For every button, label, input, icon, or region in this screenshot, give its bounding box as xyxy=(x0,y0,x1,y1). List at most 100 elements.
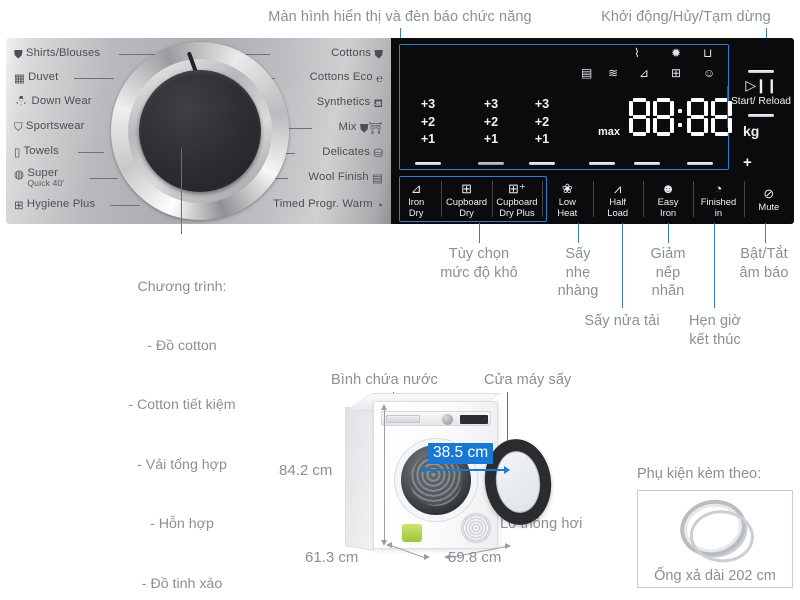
dial-program-mix[interactable]: Mix ⛊⛩ xyxy=(339,121,383,136)
list-item: - Cotton tiết kiệm xyxy=(128,397,236,414)
button-low-heat[interactable]: ❀ Low Heat xyxy=(542,174,592,224)
level-plus1: +1 xyxy=(420,132,436,146)
lint-filter-icon: ▤ xyxy=(581,66,593,80)
level-plus1: +1 xyxy=(483,132,499,146)
drum-opening-arrow-right xyxy=(504,466,510,474)
cupboard-icon: ⊞ xyxy=(461,180,473,196)
water-tank-drawer xyxy=(386,415,420,423)
dial-program-wool-finish[interactable]: Wool Finish ▤ xyxy=(308,171,383,185)
button-iron-dry[interactable]: ⊿ Iron Dry xyxy=(391,174,441,224)
dial-program-hygiene-plus[interactable]: ⊞ Hygiene Plus xyxy=(14,198,95,212)
mute-icon: ⊘ xyxy=(763,186,775,202)
drum-opening-arrow-line xyxy=(426,469,504,471)
iron-icon: ⊿ xyxy=(410,180,422,196)
duvet-icon: ▦ xyxy=(14,73,25,85)
dial-program-shirts-blouses[interactable]: ⛊ Shirts/Blouses xyxy=(14,47,100,62)
indicator-dash-cupboard-dry xyxy=(478,162,504,166)
cottons-eco-icon: ℮ xyxy=(376,73,383,85)
button-label: Half Load xyxy=(607,195,629,218)
digit-3 xyxy=(687,98,708,136)
half-load-icon: ⩘ xyxy=(614,180,622,196)
dryer-dial-mini xyxy=(442,414,453,425)
button-cupboard-dry[interactable]: ⊞ Cupboard Dry xyxy=(441,174,491,224)
indicator-dash-easy-iron xyxy=(687,162,713,166)
dryness-level-column-2[interactable]: +3 +2 +1 xyxy=(468,96,514,149)
dryer-display-mini xyxy=(460,415,488,424)
dial-program-super-quick[interactable]: ◍ Super Quick 40' xyxy=(14,167,64,188)
height-dimension-line xyxy=(384,410,385,540)
dial-label: Synthetics xyxy=(316,96,371,108)
annotation-dryness-options: Tùy chọn mức độ khô xyxy=(440,246,518,281)
drum-opening-arrow-left xyxy=(420,466,426,474)
accessories-box: Ống xả dài 202 cm xyxy=(637,490,793,588)
dial-program-delicates[interactable]: Delicates ⛁ xyxy=(322,146,383,160)
accessories-caption: Ống xả dài 202 cm xyxy=(654,568,776,584)
button-label: Cupboard Dry xyxy=(445,195,488,218)
level-plus3: +3 xyxy=(534,97,550,111)
depth-dimension-label: 61.3 cm xyxy=(305,549,359,566)
dryer-control-strip xyxy=(381,411,491,426)
dial-label: Delicates xyxy=(322,146,371,158)
dial-program-sportswear[interactable]: ⛉ Sportswear xyxy=(14,120,85,135)
dial-program-towels[interactable]: ▯ Towels xyxy=(14,145,59,159)
leader-line-finished-in xyxy=(714,223,715,308)
display-panel: +3 +2 +1 +3 +2 +1 +3 +2 +1 ⌇ ✹ ⊔ ▤ ≋ ⊿ ⊞… xyxy=(391,38,794,224)
dial-label: Mix xyxy=(338,121,357,133)
list-item: - Vải tổng hợp xyxy=(137,456,227,473)
control-panel: ⛊ Shirts/Blouses ▦ Duvet ⛄ Down Wear ⛉ S… xyxy=(6,38,794,224)
down-wear-icon: ⛄ xyxy=(14,97,29,109)
annotation-display-panel: Màn hình hiển thị và đèn báo chức năng xyxy=(268,9,532,25)
easy-iron-icon: ☻ xyxy=(661,180,675,196)
width-dimension-label: 59.8 cm xyxy=(448,549,502,566)
start-reload-button[interactable]: ▷❙❙ Start/ Reload xyxy=(730,38,792,174)
button-cupboard-dry-plus[interactable]: ⊞⁺ Cupboard Dry Plus xyxy=(491,174,542,224)
button-half-load[interactable]: ⩘ Half Load xyxy=(592,174,643,224)
level-plus2: +2 xyxy=(420,114,436,129)
program-dial-panel: ⛊ Shirts/Blouses ▦ Duvet ⛄ Down Wear ⛉ S… xyxy=(6,38,391,224)
vent-hole xyxy=(461,513,491,543)
heat-icon: ≋ xyxy=(608,66,619,80)
dial-label: Wool Finish xyxy=(308,171,369,183)
dial-lead-line xyxy=(74,78,114,79)
level-plus2: +2 xyxy=(534,114,550,129)
clock-icon: ◔ xyxy=(376,200,383,212)
iron-icon: ⊿ xyxy=(639,66,650,80)
button-label: Easy Iron xyxy=(657,195,679,218)
dial-program-synthetics[interactable]: Synthetics ⛾ xyxy=(317,96,383,112)
dryness-level-column-3[interactable]: +3 +2 +1 xyxy=(519,96,565,149)
digit-4 xyxy=(711,98,732,136)
indicator-dash-cupboard-dry-plus xyxy=(529,162,555,166)
annotation-dryer-door: Cửa máy sấy xyxy=(484,372,572,388)
time-display xyxy=(629,98,732,136)
leader-line-half-load xyxy=(622,223,623,308)
height-arrow-top xyxy=(381,404,387,410)
function-button-row: ⊿ Iron Dry ⊞ Cupboard Dry ⊞⁺ Cupboard Dr… xyxy=(391,174,794,224)
annotation-start-cancel-pause: Khởi động/Hủy/Tạm dừng xyxy=(601,9,771,25)
dial-program-duvet[interactable]: ▦ Duvet xyxy=(14,71,58,85)
annotation-easy-iron: Giảm nếp nhăn xyxy=(650,246,686,300)
annotation-water-tank: Bình chứa nước xyxy=(331,372,438,388)
button-label: Low Heat xyxy=(557,195,578,218)
program-selector-dial[interactable] xyxy=(111,42,289,220)
button-label: Mute xyxy=(758,201,780,213)
dial-label: Cottons Eco xyxy=(309,71,373,83)
level-plus2: +2 xyxy=(483,114,499,129)
dial-label: Hygiene Plus xyxy=(26,198,96,210)
digit-2 xyxy=(653,98,674,136)
indicator-dash-start-bottom xyxy=(748,114,774,118)
annotation-low-heat: Sấy nhẹ nhàng xyxy=(557,246,599,300)
button-mute[interactable]: ⊘ Mute xyxy=(743,174,794,224)
leader-line-dryness xyxy=(479,223,480,243)
dial-program-timed-warm[interactable]: Timed Progr. Warm ◔ xyxy=(273,198,383,212)
delicates-icon: ⛁ xyxy=(373,148,383,160)
dial-program-cottons-eco[interactable]: Cottons Eco ℮ xyxy=(310,71,383,85)
dial-inner-knob[interactable] xyxy=(139,70,261,192)
level-plus3: +3 xyxy=(420,97,436,111)
button-finished-in[interactable]: ◔ Finished in xyxy=(693,174,743,224)
button-easy-iron[interactable]: ☻ Easy Iron xyxy=(642,174,693,224)
dryness-level-column-1[interactable]: +3 +2 +1 xyxy=(405,96,451,149)
program-list: Chương trình: - Đồ cotton - Cotton tiết … xyxy=(92,238,272,600)
dial-program-down-wear[interactable]: ⛄ Down Wear xyxy=(14,95,92,109)
dial-program-cottons[interactable]: Cottons ⛊ xyxy=(331,47,383,62)
depth-arrow-right xyxy=(424,554,430,560)
